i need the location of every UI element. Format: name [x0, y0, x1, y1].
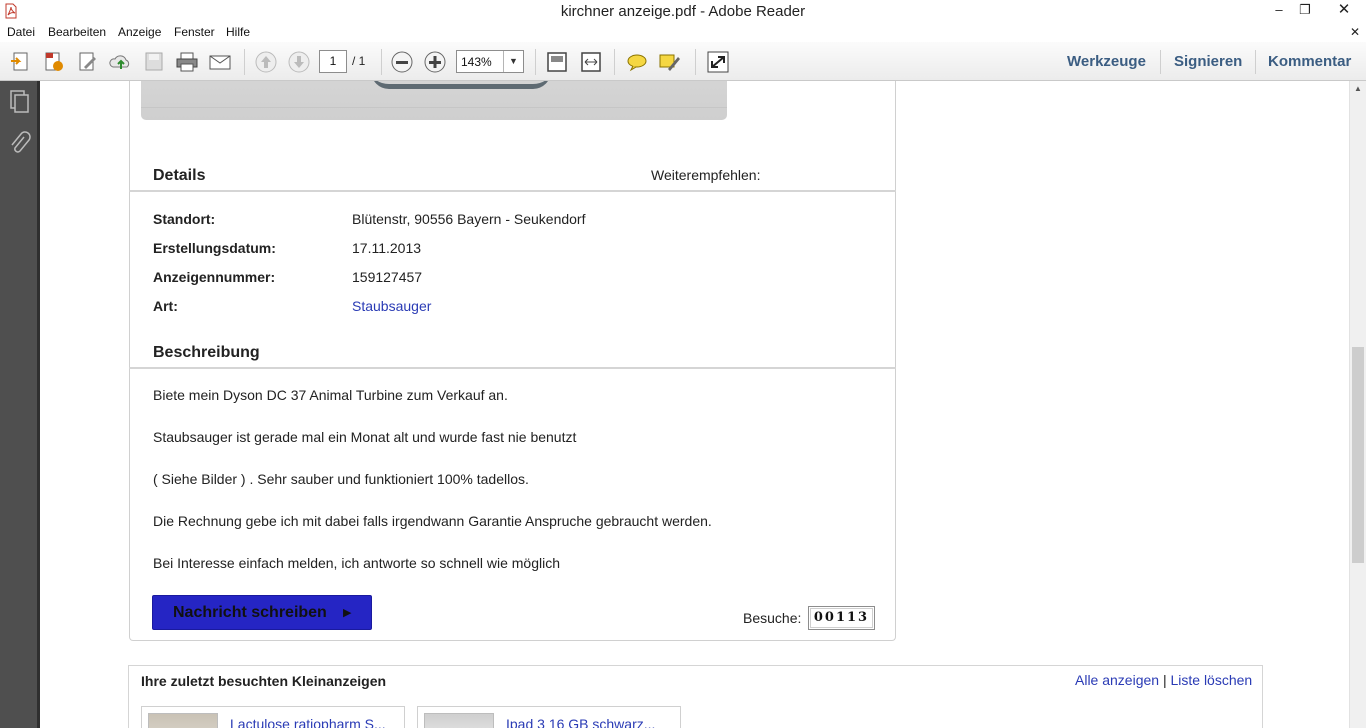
highlight-icon[interactable]: [658, 51, 682, 73]
zoom-in-icon[interactable]: [423, 51, 447, 73]
vacuum-shape: [371, 81, 551, 89]
document-view: Details Weiterempfehlen: Standort: Blüte…: [43, 81, 1349, 728]
section-divider: [129, 367, 896, 369]
ad-number-label: Anzeigennummer:: [153, 269, 276, 285]
maximize-button[interactable]: ❐: [1294, 0, 1316, 20]
description-line: Bei Interesse einfach melden, ich antwor…: [153, 555, 560, 571]
print-icon[interactable]: [175, 51, 199, 73]
menu-bearbeiten[interactable]: Bearbeiten: [48, 25, 106, 39]
write-message-label: Nachricht schreiben: [173, 604, 327, 621]
description-line: ( Siehe Bilder ) . Sehr sauber und funkt…: [153, 471, 529, 487]
ad-number-value: 159127457: [352, 269, 423, 285]
toolbar-separator: [1255, 50, 1256, 74]
location-label: Standort:: [153, 211, 216, 227]
category-label: Art:: [153, 298, 178, 314]
recent-ad-thumbnail: [424, 713, 494, 728]
details-heading: Details: [153, 167, 206, 184]
toolbar-separator: [614, 49, 615, 75]
vertical-scrollbar[interactable]: ▲: [1349, 81, 1366, 728]
menu-hilfe[interactable]: Hilfe: [226, 25, 250, 39]
create-pdf-icon[interactable]: [9, 51, 33, 73]
recent-ad-thumbnail: [148, 713, 218, 728]
sign-link[interactable]: Signieren: [1174, 53, 1242, 70]
recent-ad-link[interactable]: Lactulose ratiopharm S...: [230, 716, 386, 728]
scrollbar-thumb[interactable]: [1352, 347, 1364, 563]
visits-label: Besuche:: [743, 610, 802, 626]
created-date-value: 17.11.2013: [352, 240, 422, 256]
save-icon[interactable]: [142, 51, 166, 73]
upload-cloud-icon[interactable]: [109, 51, 133, 73]
open-pdf-icon[interactable]: [42, 51, 66, 73]
recent-ads-actions: Alle anzeigen | Liste löschen: [1075, 672, 1252, 688]
zoom-select[interactable]: 143% ▼: [456, 50, 524, 73]
title-bar: kirchner anzeige.pdf - Adobe Reader – ❐ …: [0, 0, 1366, 22]
recent-ad-link[interactable]: Ipad 3 16 GB schwarz...: [506, 716, 655, 728]
fit-width-icon[interactable]: [579, 51, 603, 73]
description-line: Staubsauger ist gerade mal ein Monat alt…: [153, 429, 577, 445]
section-divider: [129, 190, 896, 192]
menu-anzeige[interactable]: Anzeige: [118, 25, 161, 39]
tools-link[interactable]: Werkzeuge: [1067, 53, 1146, 70]
toolbar-separator: [381, 49, 382, 75]
fullscreen-icon[interactable]: [706, 51, 730, 73]
page-total: / 1: [352, 54, 366, 68]
menu-fenster[interactable]: Fenster: [174, 25, 215, 39]
description-line: Biete mein Dyson DC 37 Animal Turbine zu…: [153, 387, 508, 403]
next-page-icon[interactable]: [287, 51, 311, 73]
visits-counter: 00113: [808, 606, 875, 630]
page-number-input[interactable]: 1: [319, 50, 347, 73]
link-separator: |: [1162, 672, 1167, 688]
recent-ads-heading: Ihre zuletzt besuchten Kleinanzeigen: [141, 673, 387, 689]
fit-page-icon[interactable]: [545, 51, 569, 73]
close-button[interactable]: ✕: [1322, 0, 1366, 20]
scroll-up-icon[interactable]: ▲: [1350, 81, 1366, 97]
created-date-label: Erstellungsdatum:: [153, 240, 276, 256]
write-message-button[interactable]: Nachricht schreiben ▶: [152, 595, 372, 630]
document-close-button[interactable]: ✕: [1350, 25, 1360, 39]
show-all-link[interactable]: Alle anzeigen: [1075, 672, 1159, 688]
toolbar-separator: [1160, 50, 1161, 74]
comment-icon[interactable]: [625, 51, 649, 73]
toolbar-separator: [695, 49, 696, 75]
menu-datei[interactable]: Datei: [7, 25, 35, 39]
email-icon[interactable]: [208, 51, 232, 73]
zoom-value: 143%: [461, 55, 492, 69]
description-line: Die Rechnung gebe ich mit dabei falls ir…: [153, 513, 712, 529]
photo-edge: [141, 107, 727, 108]
recent-ad-item[interactable]: Ipad 3 16 GB schwarz...: [417, 706, 681, 728]
play-arrow-icon: ▶: [343, 607, 352, 619]
window-title: kirchner anzeige.pdf - Adobe Reader: [560, 3, 806, 20]
location-value: Blütenstr, 90556 Bayern - Seukendorf: [352, 211, 586, 227]
minimize-button[interactable]: –: [1268, 0, 1290, 20]
toolbar-separator: [244, 49, 245, 75]
navigation-pane: [0, 81, 40, 728]
product-photo: [141, 81, 727, 120]
chevron-down-icon[interactable]: ▼: [503, 51, 523, 72]
attachments-icon[interactable]: [9, 131, 31, 157]
edit-pdf-icon[interactable]: [76, 51, 100, 73]
pages-icon[interactable]: [9, 89, 31, 115]
previous-page-icon[interactable]: [254, 51, 278, 73]
description-heading: Beschreibung: [153, 344, 260, 361]
toolbar: 1 / 1 143% ▼ Werkzeuge Signieren Komment…: [0, 42, 1366, 81]
zoom-out-icon[interactable]: [390, 51, 414, 73]
recent-ad-item[interactable]: Lactulose ratiopharm S...: [141, 706, 405, 728]
toolbar-separator: [535, 49, 536, 75]
category-link[interactable]: Staubsauger: [352, 298, 431, 314]
comment-link[interactable]: Kommentar: [1268, 53, 1351, 70]
share-label: Weiterempfehlen:: [651, 167, 761, 183]
menu-bar: Datei Bearbeiten Anzeige Fenster Hilfe ✕: [0, 22, 1366, 42]
clear-list-link[interactable]: Liste löschen: [1170, 672, 1252, 688]
